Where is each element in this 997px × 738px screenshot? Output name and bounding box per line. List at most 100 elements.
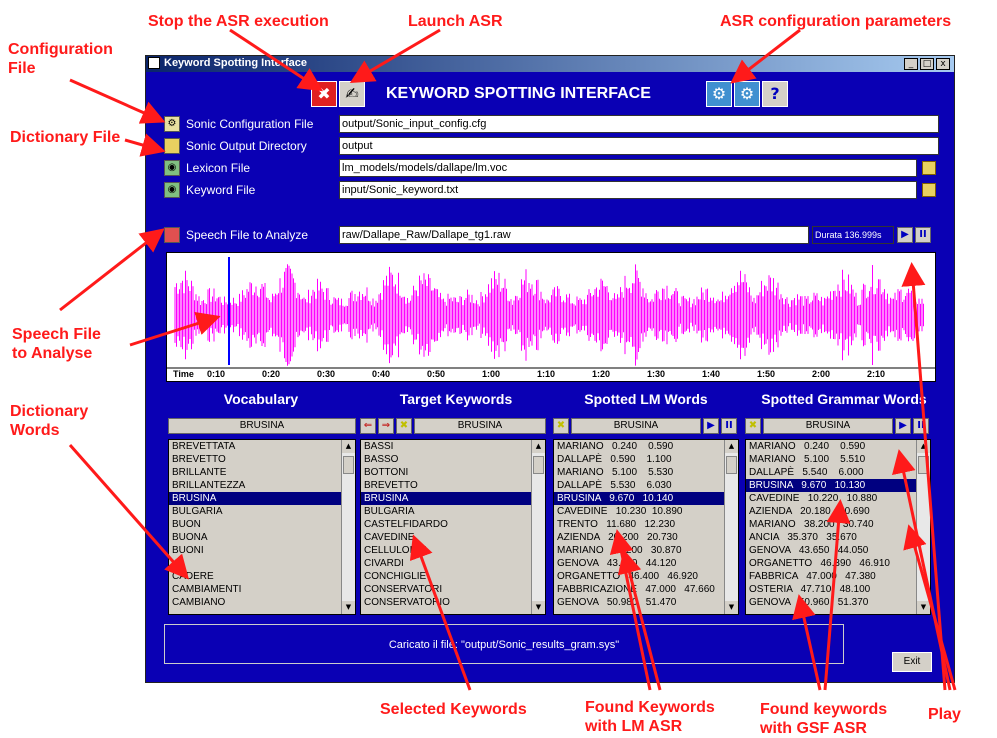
vocabulary-list-item[interactable]: BREVETTO xyxy=(169,453,355,466)
lexicon-browse-icon[interactable] xyxy=(922,161,936,175)
vocabulary-list-item[interactable]: BUON xyxy=(169,518,355,531)
target-list-item[interactable]: BREVETTO xyxy=(361,479,545,492)
target-list-item[interactable]: BRUSINA xyxy=(361,492,545,505)
stop-asr-button[interactable]: ✖ xyxy=(311,81,337,107)
lm-selected[interactable]: BRUSINA xyxy=(571,418,701,434)
grammar-list-item[interactable]: GENOVA 43.650 44.050 xyxy=(746,544,930,557)
target-selected[interactable]: BRUSINA xyxy=(414,418,546,434)
waveform[interactable] xyxy=(167,253,935,381)
vocabulary-list-item[interactable]: BRUSINA xyxy=(169,492,355,505)
keyword-browse-icon[interactable] xyxy=(922,183,936,197)
lm-list-item[interactable]: MARIANO 0.240 0.590 xyxy=(554,440,738,453)
lm-list-item[interactable]: DALLAPÈ 0.590 1.100 xyxy=(554,453,738,466)
lm-list-item[interactable]: ORGANETTO 46.400 46.920 xyxy=(554,570,738,583)
target-list-item[interactable]: CONSERVATORI xyxy=(361,583,545,596)
vocabulary-list-item[interactable]: BUONI xyxy=(169,544,355,557)
asr-config-button[interactable]: ⚙ xyxy=(706,81,732,107)
maximize-button[interactable]: □ xyxy=(920,58,934,70)
clear-grammar-button[interactable]: ✖ xyxy=(745,418,761,434)
speech-play-button[interactable]: ▶ xyxy=(897,227,913,243)
vocabulary-list-item[interactable]: BUONA xyxy=(169,531,355,544)
vocabulary-list-item[interactable] xyxy=(169,557,355,570)
grammar-list-item[interactable]: GENOVA 50.960 51.370 xyxy=(746,596,930,609)
target-list-item[interactable]: CIVARDI xyxy=(361,557,545,570)
target-scrollbar[interactable]: ▲ ▼ xyxy=(531,440,545,614)
vocabulary-list[interactable]: BREVETTATA BREVETTO BRILLANTE BRILLANTEZZA B… xyxy=(168,439,356,615)
vocabulary-selected[interactable]: BRUSINA xyxy=(168,418,356,434)
minimize-button[interactable]: _ xyxy=(904,58,918,70)
target-keywords-list[interactable]: BASSI BASSO BOTTONI BREVETTO BRUSINA BULGARIA… xyxy=(360,439,546,615)
lm-list-item[interactable]: FABBRICAZIONE 47.000 47.660 xyxy=(554,583,738,596)
grammar-play-button[interactable]: ▶ xyxy=(895,418,911,434)
speech-file-field[interactable]: raw/Dallape_Raw/Dallape_tg1.raw xyxy=(339,226,809,244)
grammar-list-item[interactable]: AZIENDA 20.180 20.690 xyxy=(746,505,930,518)
lm-list-item[interactable]: GENOVA 50.980 51.470 xyxy=(554,596,738,609)
close-window-button[interactable]: x xyxy=(936,58,950,70)
help-button[interactable]: ? xyxy=(762,81,788,107)
grammar-list-item[interactable]: MARIANO 0.240 0.590 xyxy=(746,440,930,453)
keyword-file-field[interactable]: input/Sonic_keyword.txt xyxy=(339,181,917,199)
launch-asr-button[interactable]: ✍ xyxy=(339,81,365,107)
lm-list-item[interactable]: GENOVA 43.650 44.120 xyxy=(554,557,738,570)
spotted-lm-list[interactable]: MARIANO 0.240 0.590 DALLAPÈ 0.590 1.100 MA… xyxy=(553,439,739,615)
target-list-item[interactable]: BOTTONI xyxy=(361,466,545,479)
grammar-list-item[interactable]: CAVEDINE 10.220 10.880 xyxy=(746,492,930,505)
title-bar[interactable]: Keyword Spotting Interface _ □ x xyxy=(146,56,954,72)
vocabulary-scrollbar[interactable]: ▲ ▼ xyxy=(341,440,355,614)
vocabulary-list-item[interactable]: BRILLANTE xyxy=(169,466,355,479)
vocabulary-list-item[interactable]: CAMBIAMENTI xyxy=(169,583,355,596)
target-list-item[interactable]: BASSO xyxy=(361,453,545,466)
lm-list-item[interactable]: MARIANO 5.100 5.530 xyxy=(554,466,738,479)
lm-list-item[interactable]: BRUSINA 9.670 10.140 xyxy=(554,492,738,505)
lm-list-item[interactable]: DALLAPÈ 5.530 6.030 xyxy=(554,479,738,492)
keyword-file-icon[interactable]: ◉ xyxy=(164,182,180,198)
vocabulary-list-item[interactable]: BULGARIA xyxy=(169,505,355,518)
sonic-config-field[interactable]: output/Sonic_input_config.cfg xyxy=(339,115,939,133)
vocabulary-list-item[interactable]: BRILLANTEZZA xyxy=(169,479,355,492)
grammar-list-item[interactable]: MARIANO 5.100 5.510 xyxy=(746,453,930,466)
target-list-item[interactable]: CONSERVATORIO xyxy=(361,596,545,609)
lm-list-item[interactable]: CAVEDINE 10.230 10.890 xyxy=(554,505,738,518)
output-folder-icon[interactable] xyxy=(164,138,180,154)
exit-button[interactable]: Exit xyxy=(892,652,932,672)
grammar-pause-button[interactable]: II xyxy=(913,418,929,434)
target-list-item[interactable]: CELLULOIDE xyxy=(361,544,545,557)
grammar-list-item[interactable]: ANCIA 35.370 35.670 xyxy=(746,531,930,544)
grammar-list-item[interactable]: BRUSINA 9.670 10.130 xyxy=(746,479,930,492)
lexicon-file-icon[interactable]: ◉ xyxy=(164,160,180,176)
waveform-panel[interactable]: Time 0:10 0:20 0:30 0:40 0:50 1:00 1:10 1:20 1:30… xyxy=(166,252,936,382)
grammar-list-item[interactable]: OSTERIA 47.710 48.100 xyxy=(746,583,930,596)
vocabulary-list-item[interactable]: CAMBIANO xyxy=(169,596,355,609)
lm-list-item[interactable]: AZIENDA 20.200 20.730 xyxy=(554,531,738,544)
sonic-config-icon[interactable]: ⚙ xyxy=(164,116,180,132)
grammar-list-item[interactable]: MARIANO 38.200 30.740 xyxy=(746,518,930,531)
vocabulary-list-item[interactable]: BREVETTATA xyxy=(169,440,355,453)
add-keyword-button[interactable]: ⇐ xyxy=(360,418,376,434)
grammar-scrollbar[interactable]: ▲ ▼ xyxy=(916,440,930,614)
sonic-output-field[interactable]: output xyxy=(339,137,939,155)
target-list-item[interactable]: BULGARIA xyxy=(361,505,545,518)
lm-list-item[interactable]: MARIANO 30.200 30.870 xyxy=(554,544,738,557)
grammar-list-item[interactable]: ORGANETTO 46.390 46.910 xyxy=(746,557,930,570)
grammar-list-item[interactable]: FABBRICA 47.000 47.380 xyxy=(746,570,930,583)
lm-list-item[interactable]: TRENTO 11.680 12.230 xyxy=(554,518,738,531)
vocabulary-list-item[interactable]: CADERE xyxy=(169,570,355,583)
target-list-item[interactable]: CAVEDINE xyxy=(361,531,545,544)
clear-target-button[interactable]: ✖ xyxy=(396,418,412,434)
target-list-item[interactable]: CASTELFIDARDO xyxy=(361,518,545,531)
lexicon-file-field[interactable]: lm_models/models/dallape/lm.voc xyxy=(339,159,917,177)
spotted-grammar-list[interactable]: MARIANO 0.240 0.590 MARIANO 5.100 5.510 DA… xyxy=(745,439,931,615)
clear-lm-button[interactable]: ✖ xyxy=(553,418,569,434)
target-list-item[interactable]: CONCHIGLIE xyxy=(361,570,545,583)
speech-lips-icon[interactable] xyxy=(164,227,180,243)
asr-config-button-2[interactable]: ⚙ xyxy=(734,81,760,107)
grammar-selected[interactable]: BRUSINA xyxy=(763,418,893,434)
target-list-item[interactable]: BASSI xyxy=(361,440,545,453)
remove-keyword-button[interactable]: ⇒ xyxy=(378,418,394,434)
help-icon: ? xyxy=(770,84,780,103)
lm-play-button[interactable]: ▶ xyxy=(703,418,719,434)
lm-scrollbar[interactable]: ▲ ▼ xyxy=(724,440,738,614)
grammar-list-item[interactable]: DALLAPÈ 5.540 6.000 xyxy=(746,466,930,479)
speech-pause-button[interactable]: II xyxy=(915,227,931,243)
lm-pause-button[interactable]: II xyxy=(721,418,737,434)
